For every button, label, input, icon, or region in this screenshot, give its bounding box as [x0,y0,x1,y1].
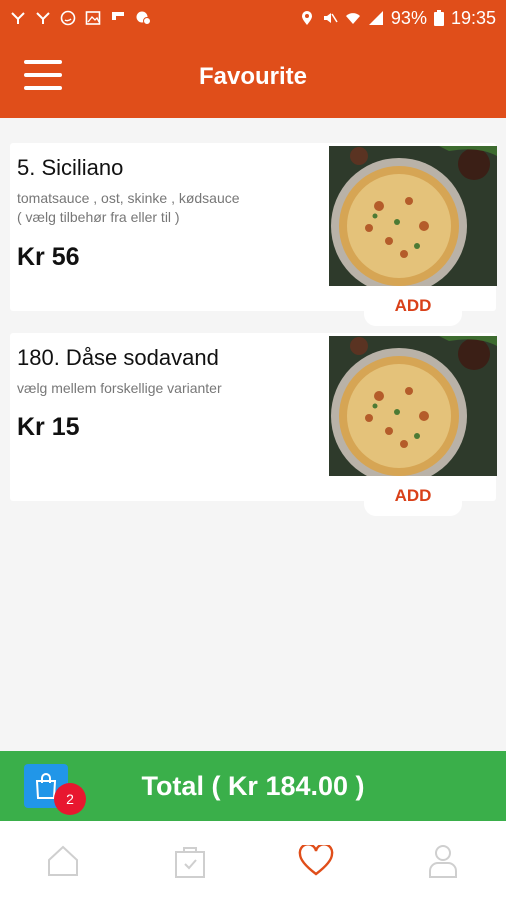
battery-percent: 93% [390,7,427,28]
item-name: 5. Siciliano [17,155,124,180]
wifi-icon [345,13,360,24]
app-bar: Favourite [0,36,506,118]
pizza-image [329,336,497,476]
add-button[interactable]: ADD [364,286,462,326]
home-icon [48,845,79,876]
bottom-nav [0,821,506,900]
total-label: Total ( Kr 184.00 ) [141,770,365,801]
heart-icon [298,844,334,876]
item-description: vælg mellem forskellige varianter [17,380,222,396]
nav-profile[interactable] [380,821,506,900]
signal-icon [368,11,383,25]
nav-home[interactable] [0,821,127,900]
list-item[interactable]: 180. Dåse sodavand vælg mellem forskelli… [10,333,497,516]
location-icon [301,11,312,25]
total-bar[interactable]: 2 Total ( Kr 184.00 ) [0,751,506,821]
notification-icon [36,12,50,24]
notification-icon [11,12,25,24]
nav-favourite[interactable] [253,821,380,900]
mute-icon [323,13,338,23]
orders-icon [174,846,205,878]
add-button[interactable]: ADD [364,476,462,516]
menu-icon[interactable] [24,60,62,92]
item-description: tomatsauce , ost, skinke , kødsauce ( væ… [17,190,240,225]
battery-icon [433,10,444,26]
status-bar: 93% 19:35 [0,0,506,36]
list-item[interactable]: 5. Siciliano tomatsauce , ost, skinke , … [10,143,497,326]
nav-orders[interactable] [127,821,254,900]
item-price: Kr 15 [17,413,80,441]
gallery-icon [85,11,101,25]
flipboard-icon [112,12,124,20]
chat-icon [136,11,151,25]
page-title: Favourite [198,63,308,90]
item-price: Kr 56 [17,243,80,271]
item-name: 180. Dåse sodavand [17,345,219,370]
clock: 19:35 [450,7,496,28]
pizza-image [329,146,497,286]
profile-icon [428,844,457,878]
whatsapp-icon [60,10,76,26]
cart-count-badge: 2 [54,783,86,815]
